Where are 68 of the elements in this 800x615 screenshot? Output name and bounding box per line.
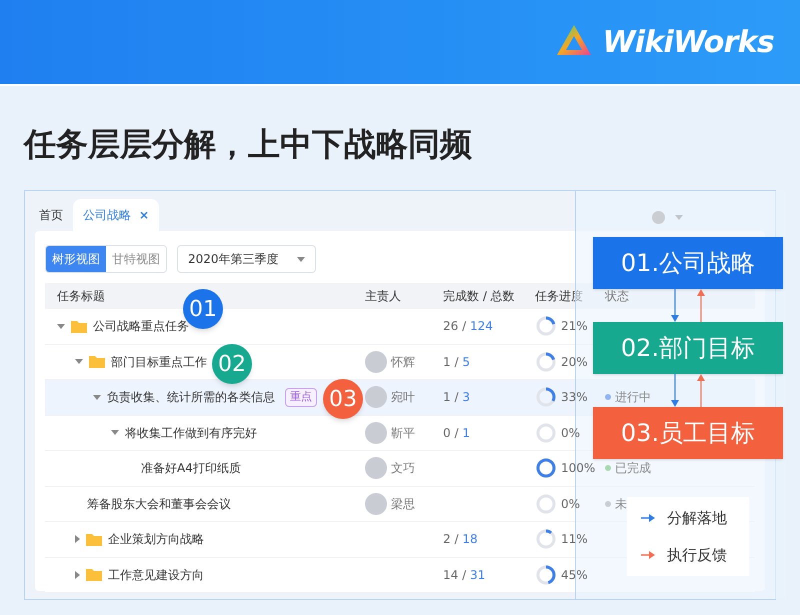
priority-tag: 重点 xyxy=(285,388,317,406)
stage-banner: 02.部门目标 xyxy=(593,322,783,374)
expand-toggle-icon[interactable] xyxy=(111,430,119,436)
owner-name: 怀辉 xyxy=(391,354,415,371)
expand-toggle-icon[interactable] xyxy=(57,324,65,329)
expand-toggle-icon[interactable] xyxy=(75,535,80,544)
stage-banner: 01.公司战略 xyxy=(593,237,783,289)
down-arrow-icon xyxy=(671,374,679,407)
count-text: 26 / 124 xyxy=(443,319,493,334)
avatar xyxy=(365,422,387,444)
progress-percent: 20% xyxy=(561,354,588,371)
column-header: 任务标题 xyxy=(56,288,106,305)
owner-name: 文巧 xyxy=(391,460,415,478)
task-title: 准备好A4打印纸质 xyxy=(141,460,241,478)
progress-ring xyxy=(535,492,557,515)
avatar xyxy=(365,457,387,480)
owner-name: 宛叶 xyxy=(391,389,415,406)
task-title: 将收集工作做到有序完好 xyxy=(125,424,257,442)
progress-percent: 0% xyxy=(561,496,580,513)
progress-percent: 45% xyxy=(561,566,588,584)
count-text: 1 / 3 xyxy=(443,390,470,404)
progress-ring xyxy=(535,564,557,586)
status-text: 已完成 xyxy=(615,460,651,478)
column-header: 状态 xyxy=(605,288,629,305)
task-title: 工作意见建设方向 xyxy=(108,566,204,584)
progress-percent: 21% xyxy=(561,318,588,336)
up-arrow-icon xyxy=(697,374,705,407)
progress-ring xyxy=(535,457,557,480)
headline: 任务层层分解，上中下战略同频 xyxy=(24,124,473,165)
task-title: 负责收集、统计所需的各类信息 xyxy=(107,389,275,406)
progress-percent: 11% xyxy=(561,531,588,548)
expand-toggle-icon[interactable] xyxy=(75,570,80,579)
count-text: 1 / 5 xyxy=(443,354,470,369)
expand-toggle-icon[interactable] xyxy=(75,359,83,364)
count-text: 14 / 31 xyxy=(443,568,486,582)
close-icon[interactable]: × xyxy=(139,206,150,224)
logo-text: WikiWorks xyxy=(602,24,774,62)
progress-ring xyxy=(535,422,557,444)
caret-icon xyxy=(296,256,305,262)
period-dropdown[interactable]: 2020年第三季度 xyxy=(177,245,316,273)
task-title: 筹备股东大会和董事会会议 xyxy=(87,496,231,513)
progress-ring xyxy=(535,315,557,338)
status-text: 进行中 xyxy=(615,389,651,406)
task-title: 部门目标重点工作 xyxy=(111,354,207,371)
down-arrow-icon xyxy=(671,289,679,322)
column-header: 完成数 / 总数 xyxy=(443,288,516,305)
owner-name: 梁思 xyxy=(391,496,415,513)
progress-ring xyxy=(535,350,557,373)
progress-ring xyxy=(535,528,557,550)
tab[interactable]: 公司战略 × xyxy=(73,199,160,231)
avatar xyxy=(365,350,387,373)
avatar xyxy=(365,492,387,515)
stage-banner: 03.员工目标 xyxy=(593,407,783,459)
count-text: 0 / 1 xyxy=(443,426,470,440)
up-arrow-icon xyxy=(697,289,705,322)
avatar xyxy=(365,386,387,408)
status-text: 未 xyxy=(615,496,627,513)
view-tab[interactable]: 树形视图 xyxy=(46,246,106,272)
task-title: 企业策划方向战略 xyxy=(108,531,204,548)
progress-ring xyxy=(535,386,557,408)
expand-toggle-icon[interactable] xyxy=(93,394,101,400)
progress-percent: 0% xyxy=(561,424,580,442)
count-text: 2 / 18 xyxy=(443,532,478,546)
tab[interactable]: 首页 xyxy=(33,199,69,231)
column-header: 主责人 xyxy=(365,288,402,305)
progress-percent: 33% xyxy=(561,389,588,406)
owner-name: 靳平 xyxy=(391,424,415,442)
progress-percent: 100% xyxy=(561,460,596,478)
